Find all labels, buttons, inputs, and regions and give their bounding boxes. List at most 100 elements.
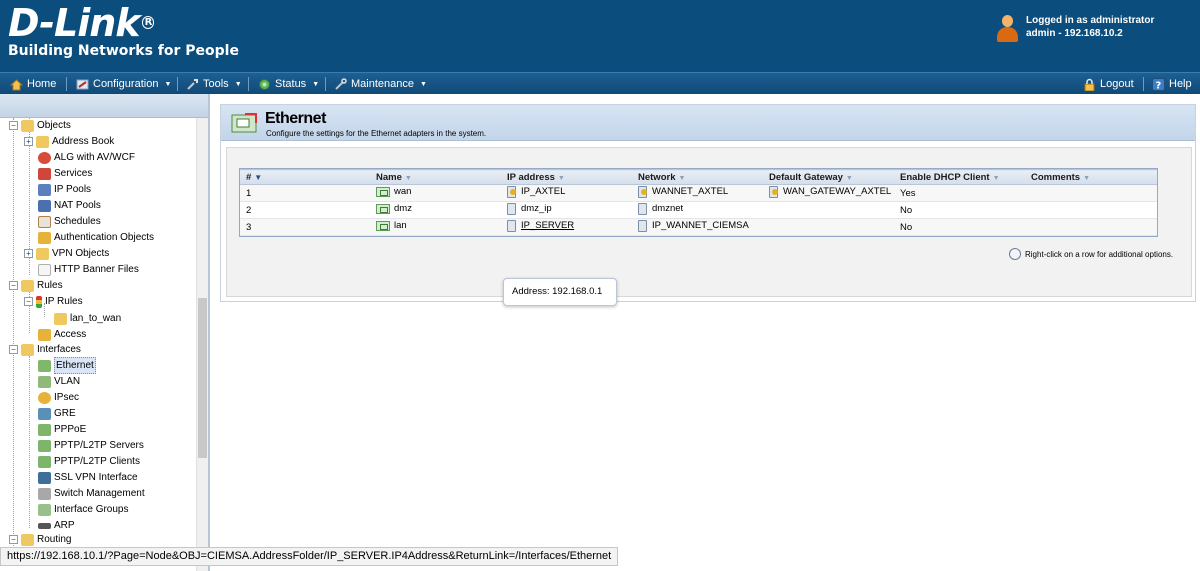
tree-item-auth-objects[interactable]: Authentication Objects <box>38 230 154 245</box>
tree-item-routing[interactable]: − Routing <box>9 532 71 547</box>
sort-desc-icon: ▼ <box>254 172 263 182</box>
tree-item-lan-to-wan[interactable]: lan_to_wan <box>54 311 121 326</box>
ip-pools-icon <box>38 183 51 196</box>
ethernet-icon <box>376 186 390 197</box>
cell-network[interactable]: WANNET_AXTEL <box>652 186 728 197</box>
ethernet-icon <box>38 359 51 372</box>
cell-ip-address-link[interactable]: IP_SERVER <box>521 220 574 231</box>
tree-item-pppoe[interactable]: PPPoE <box>38 422 86 437</box>
address-icon <box>507 219 517 232</box>
column-header-number[interactable]: # ▼ <box>240 169 370 185</box>
sort-icon: ▼ <box>845 174 853 182</box>
tree-item-ip-rules[interactable]: − IP Rules <box>24 294 83 309</box>
folder-icon <box>36 135 49 148</box>
table-header-row: # ▼ Name ▼ IP address ▼ Network ▼ Default Ga… <box>240 169 1157 185</box>
sort-icon: ▼ <box>678 174 686 182</box>
tree-item-access[interactable]: Access <box>38 327 86 342</box>
tree-item-schedules[interactable]: Schedules <box>38 214 101 229</box>
menu-status-label: Status <box>275 77 307 90</box>
tree-scrollbar-thumb[interactable] <box>198 298 207 458</box>
tree-item-arp[interactable]: ARP <box>38 518 75 533</box>
tree-item-alg[interactable]: ALG with AV/WCF <box>38 150 135 165</box>
help-icon: ? <box>1152 77 1165 91</box>
column-header-comments[interactable]: Comments ▼ <box>1025 169 1157 185</box>
access-icon <box>38 328 51 341</box>
cell-gateway[interactable]: WAN_GATEWAY_AXTEL <box>783 186 891 197</box>
tree-item-vlan[interactable]: VLAN <box>38 374 80 389</box>
user-address-text: admin - 192.168.10.2 <box>1026 28 1123 39</box>
menu-status[interactable]: Status ▼ <box>258 73 319 95</box>
cell-gateway <box>763 201 894 219</box>
ipsec-icon <box>38 391 51 404</box>
tree-item-switch-mgmt[interactable]: Switch Management <box>38 486 145 501</box>
cell-network[interactable]: IP_WANNET_CIEMSA <box>652 220 749 231</box>
address-icon <box>507 202 517 215</box>
column-header-default-gateway[interactable]: Default Gateway ▼ <box>763 169 894 185</box>
column-header-network[interactable]: Network ▼ <box>632 169 763 185</box>
tree-item-interfaces[interactable]: − Interfaces <box>9 342 81 357</box>
arp-icon <box>38 522 51 529</box>
tree-item-objects[interactable]: − Objects <box>9 118 71 133</box>
menu-maintenance[interactable]: Maintenance ▼ <box>334 73 427 95</box>
page-title: Ethernet <box>265 110 326 127</box>
menu-tools[interactable]: Tools ▼ <box>186 73 242 95</box>
tree-item-ip-pools[interactable]: IP Pools <box>38 182 91 197</box>
brand-tagline: Building Networks for People <box>8 43 239 59</box>
ethernet-icon <box>376 203 390 214</box>
menu-configuration[interactable]: Configuration ▼ <box>76 73 171 95</box>
tree-item-nat-pools[interactable]: NAT Pools <box>38 198 101 213</box>
collapse-icon: − <box>9 535 18 544</box>
expand-icon: + <box>24 137 33 146</box>
cell-name: dmz <box>394 203 412 215</box>
cell-number: 2 <box>240 201 370 219</box>
menu-logout-label: Logout <box>1100 77 1134 90</box>
tree-item-ethernet[interactable]: Ethernet <box>38 357 96 374</box>
menu-logout[interactable]: Logout <box>1083 73 1134 95</box>
pptp-client-icon <box>38 455 51 468</box>
dlink-logo[interactable]: D-Link R Building Networks for People <box>8 4 239 59</box>
table-row[interactable]: 1 wan IP_AXTEL WANNET_AXTEL WAN_GATEWAY_… <box>240 184 1157 202</box>
column-header-ip-address[interactable]: IP address ▼ <box>501 169 632 185</box>
ethernet-icon <box>231 111 259 135</box>
alg-icon <box>38 151 51 164</box>
app-header: D-Link R Building Networks for People Log… <box>0 0 1200 72</box>
tree-scrollbar[interactable] <box>196 118 208 571</box>
collapse-icon: − <box>24 297 33 306</box>
cell-ip-address[interactable]: dmz_ip <box>521 203 552 214</box>
tree-item-interface-groups[interactable]: Interface Groups <box>38 502 128 517</box>
tree-item-ssl-vpn[interactable]: SSL VPN Interface <box>38 470 138 485</box>
calendar-icon <box>38 215 51 228</box>
column-header-name[interactable]: Name ▼ <box>370 169 501 185</box>
tree-item-ipsec[interactable]: IPsec <box>38 390 79 405</box>
svg-text:?: ? <box>1156 80 1162 91</box>
cell-network[interactable]: dmznet <box>652 203 683 214</box>
tree-item-http-banner[interactable]: HTTP Banner Files <box>38 262 139 277</box>
address-key-icon <box>638 185 648 198</box>
folder-icon <box>21 343 34 356</box>
menu-help[interactable]: ? Help <box>1152 73 1192 95</box>
tree-item-rules[interactable]: − Rules <box>9 278 63 293</box>
folder-icon <box>36 247 49 260</box>
menu-home[interactable]: Home <box>9 73 56 95</box>
tree-item-pptp-clients[interactable]: PPTP/L2TP Clients <box>38 454 140 469</box>
tree-item-gre[interactable]: GRE <box>38 406 76 421</box>
home-icon <box>9 78 24 91</box>
menu-help-label: Help <box>1169 77 1192 90</box>
tree-item-services[interactable]: Services <box>38 166 92 181</box>
ethernet-table: # ▼ Name ▼ IP address ▼ Network ▼ Default Ga… <box>239 168 1158 237</box>
sort-icon: ▼ <box>992 174 1000 182</box>
tree-item-pptp-servers[interactable]: PPTP/L2TP Servers <box>38 438 144 453</box>
expand-icon: + <box>24 249 33 258</box>
key-icon <box>38 231 51 244</box>
navigation-tree: − Objects + Address Book ALG with AV/WCF S… <box>0 118 196 571</box>
table-row[interactable]: 3 lan IP_SERVER IP_WANNET_CIEMSA No <box>240 218 1157 236</box>
cell-dhcp: No <box>894 218 1025 236</box>
content-panel: # ▼ Name ▼ IP address ▼ Network ▼ Default Ga… <box>226 147 1192 306</box>
tree-item-vpn-objects[interactable]: + VPN Objects <box>24 246 109 261</box>
cell-ip-address[interactable]: IP_AXTEL <box>521 186 565 197</box>
user-icon <box>996 14 1018 42</box>
table-row[interactable]: 2 dmz dmz_ip dmznet No <box>240 201 1157 219</box>
column-header-dhcp-client[interactable]: Enable DHCP Client ▼ <box>894 169 1025 185</box>
tree-item-address-book[interactable]: + Address Book <box>24 134 114 149</box>
file-icon <box>38 263 51 276</box>
